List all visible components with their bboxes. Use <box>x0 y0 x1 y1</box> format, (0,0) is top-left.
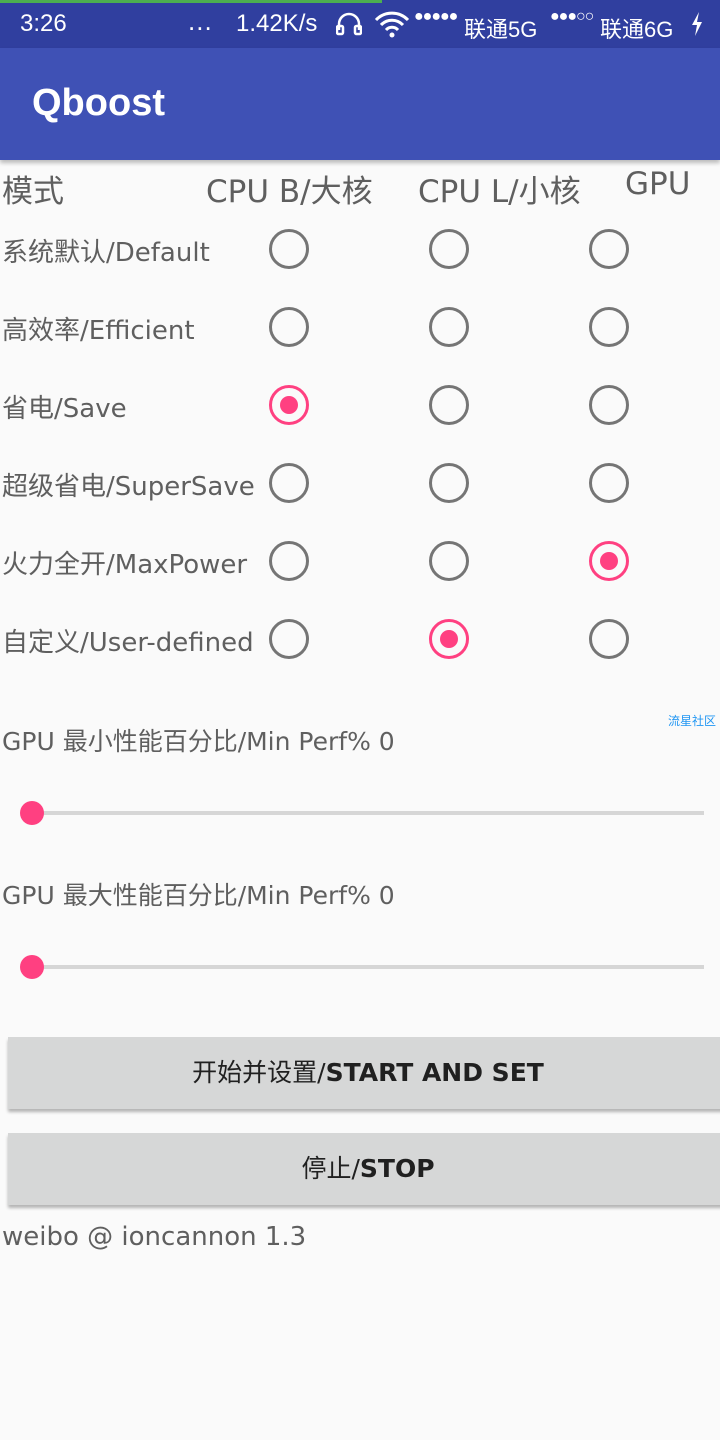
header-cpu-little: CPU L/小核 <box>418 174 581 210</box>
stop-button[interactable]: 停止/STOP <box>8 1133 720 1205</box>
radio-efficient-cpu-big[interactable] <box>269 307 309 347</box>
status-time: 3:26 <box>20 10 67 37</box>
radio-default-gpu[interactable] <box>589 229 629 269</box>
radio-maxpower-cpu-big[interactable] <box>269 541 309 581</box>
radio-maxpower-gpu[interactable] <box>589 541 629 581</box>
network-activity-line <box>0 0 382 3</box>
gpu-max-perf-label: GPU 最大性能百分比/Min Perf% 0 <box>2 881 395 910</box>
radio-supersave-gpu[interactable] <box>589 463 629 503</box>
gpu-min-perf-track[interactable] <box>32 811 704 815</box>
mode-label-save: 省电/Save <box>2 394 127 424</box>
more-notifications-icon: ... <box>188 6 213 36</box>
radio-default-cpu-little[interactable] <box>429 229 469 269</box>
stop-button-label: STOP <box>359 1154 435 1183</box>
radio-default-cpu-big[interactable] <box>269 229 309 269</box>
gpu-min-perf-label: GPU 最小性能百分比/Min Perf% 0 <box>2 727 395 756</box>
start-and-set-button[interactable]: 开始并设置/START AND SET <box>8 1037 720 1109</box>
signal-strength-1: ●●●●● <box>414 8 458 25</box>
watermark: 流星社区 <box>668 714 717 728</box>
radio-save-cpu-big[interactable] <box>269 385 309 425</box>
radio-supersave-cpu-big[interactable] <box>269 463 309 503</box>
start-button-prefix: 开始并设置/ <box>192 1058 326 1087</box>
mode-label-maxpower: 火力全开/MaxPower <box>2 550 248 580</box>
mode-label-user-defined: 自定义/User-defined <box>2 628 254 658</box>
charging-icon <box>692 12 702 36</box>
radio-save-gpu[interactable] <box>589 385 629 425</box>
mode-label-default: 系统默认/Default <box>2 238 210 268</box>
app-title: Qboost <box>32 82 165 124</box>
start-button-label: START AND SET <box>325 1058 544 1087</box>
radio-efficient-cpu-little[interactable] <box>429 307 469 347</box>
gpu-min-perf-thumb[interactable] <box>20 801 44 825</box>
radio-user-defined-cpu-big[interactable] <box>269 619 309 659</box>
radio-maxpower-cpu-little[interactable] <box>429 541 469 581</box>
headphones-icon <box>336 12 362 36</box>
radio-supersave-cpu-little[interactable] <box>429 463 469 503</box>
radio-efficient-gpu[interactable] <box>589 307 629 347</box>
carrier-1: 联通5G <box>464 17 538 42</box>
header-mode: 模式 <box>2 174 64 210</box>
status-bar: 3:26 ... 1.42K/s ●●●●● 联通5G ●●●○○ 联通6G <box>0 0 720 48</box>
radio-save-cpu-little[interactable] <box>429 385 469 425</box>
radio-user-defined-cpu-little[interactable] <box>429 619 469 659</box>
mode-label-supersave: 超级省电/SuperSave <box>2 472 255 502</box>
app-bar: Qboost <box>0 48 720 160</box>
header-gpu: GPU <box>625 166 691 202</box>
footer-credit: weibo @ ioncannon 1.3 <box>2 1222 307 1252</box>
stop-button-prefix: 停止/ <box>301 1154 360 1183</box>
header-cpu-big: CPU B/大核 <box>206 174 373 210</box>
network-speed: 1.42K/s <box>236 10 318 37</box>
wifi-icon <box>374 11 410 38</box>
radio-user-defined-gpu[interactable] <box>589 619 629 659</box>
gpu-max-perf-track[interactable] <box>32 965 704 969</box>
signal-strength-2: ●●●○○ <box>550 8 594 25</box>
gpu-max-perf-thumb[interactable] <box>20 955 44 979</box>
mode-label-efficient: 高效率/Efficient <box>2 316 195 346</box>
carrier-2: 联通6G <box>600 17 674 42</box>
